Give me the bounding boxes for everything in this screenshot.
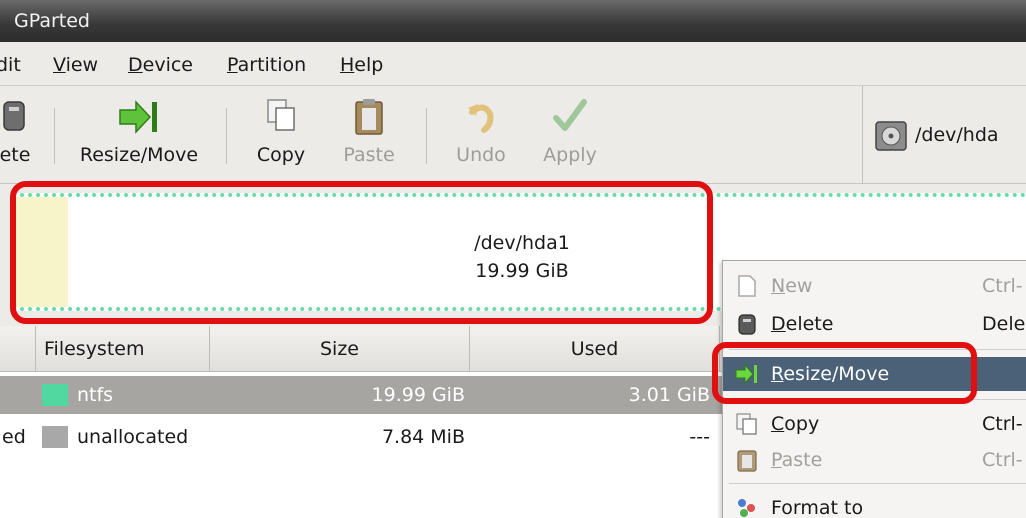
resize-move-button[interactable]: Resize/Move [66,86,212,184]
checkmark-icon [553,98,587,138]
resize-move-icon [118,98,160,140]
harddisk-icon [875,121,907,155]
column-header-used[interactable]: Used [470,326,720,372]
cell-size: 7.84 MiB [381,426,465,448]
copy-icon [735,412,759,436]
menu-item-paste[interactable]: Paste Ctrl- [723,443,1026,477]
paste-icon [354,98,384,140]
delete-button[interactable]: ete [0,86,38,184]
menu-item-new[interactable]: New Ctrl- [723,269,1026,303]
filesystem-color-swatch [42,384,68,406]
cell-size: 19.99 GiB [371,384,465,406]
menu-edit[interactable]: dit [0,52,21,78]
format-icon [735,496,759,518]
annotation-highlight-graph [10,181,713,324]
column-header-size[interactable]: Size [210,326,470,372]
column-header-filesystem[interactable]: Filesystem [36,326,210,372]
toolbar-separator [226,108,227,164]
undo-icon [466,98,496,138]
paste-icon [735,448,759,472]
delete-icon [735,312,759,336]
cell-filesystem: unallocated [77,426,189,448]
menu-help[interactable]: Help [340,52,383,78]
menu-partition[interactable]: Partition [227,52,306,78]
paste-button[interactable]: Paste [330,86,408,184]
menu-item-format-to[interactable]: Format to [723,491,1026,518]
toolbar-separator [54,108,55,164]
menu-device[interactable]: Device [128,52,193,78]
cell-used: --- [689,426,710,448]
column-header-partition[interactable] [0,326,36,372]
cell-partition: ed [2,426,26,448]
device-selector[interactable]: /dev/hda [862,86,1026,184]
menu-bar: dit View Device Partition Help [0,42,1026,86]
gparted-window: GParted dit View Device Partition Help e… [0,0,1026,518]
menu-item-copy[interactable]: Copy Ctrl- [723,407,1026,441]
menu-separator [729,483,1026,484]
device-label: /dev/hda [915,124,999,146]
undo-button[interactable]: Undo [444,86,518,184]
filesystem-color-swatch [42,426,68,448]
title-bar: GParted [0,0,1026,42]
cell-used: 3.01 GiB [628,384,710,406]
menu-view[interactable]: View [53,52,98,78]
copy-button[interactable]: Copy [244,86,318,184]
delete-icon [2,98,28,136]
cell-filesystem: ntfs [77,384,114,406]
toolbar-separator [426,108,427,164]
apply-button[interactable]: Apply [530,86,610,184]
toolbar: ete Resize/Move Copy Paste Undo Apply /d… [0,86,1026,184]
menu-item-delete[interactable]: Delete Dele [723,307,1026,341]
copy-icon [266,98,296,138]
annotation-highlight-menu-item [712,342,977,404]
new-icon [735,274,759,298]
